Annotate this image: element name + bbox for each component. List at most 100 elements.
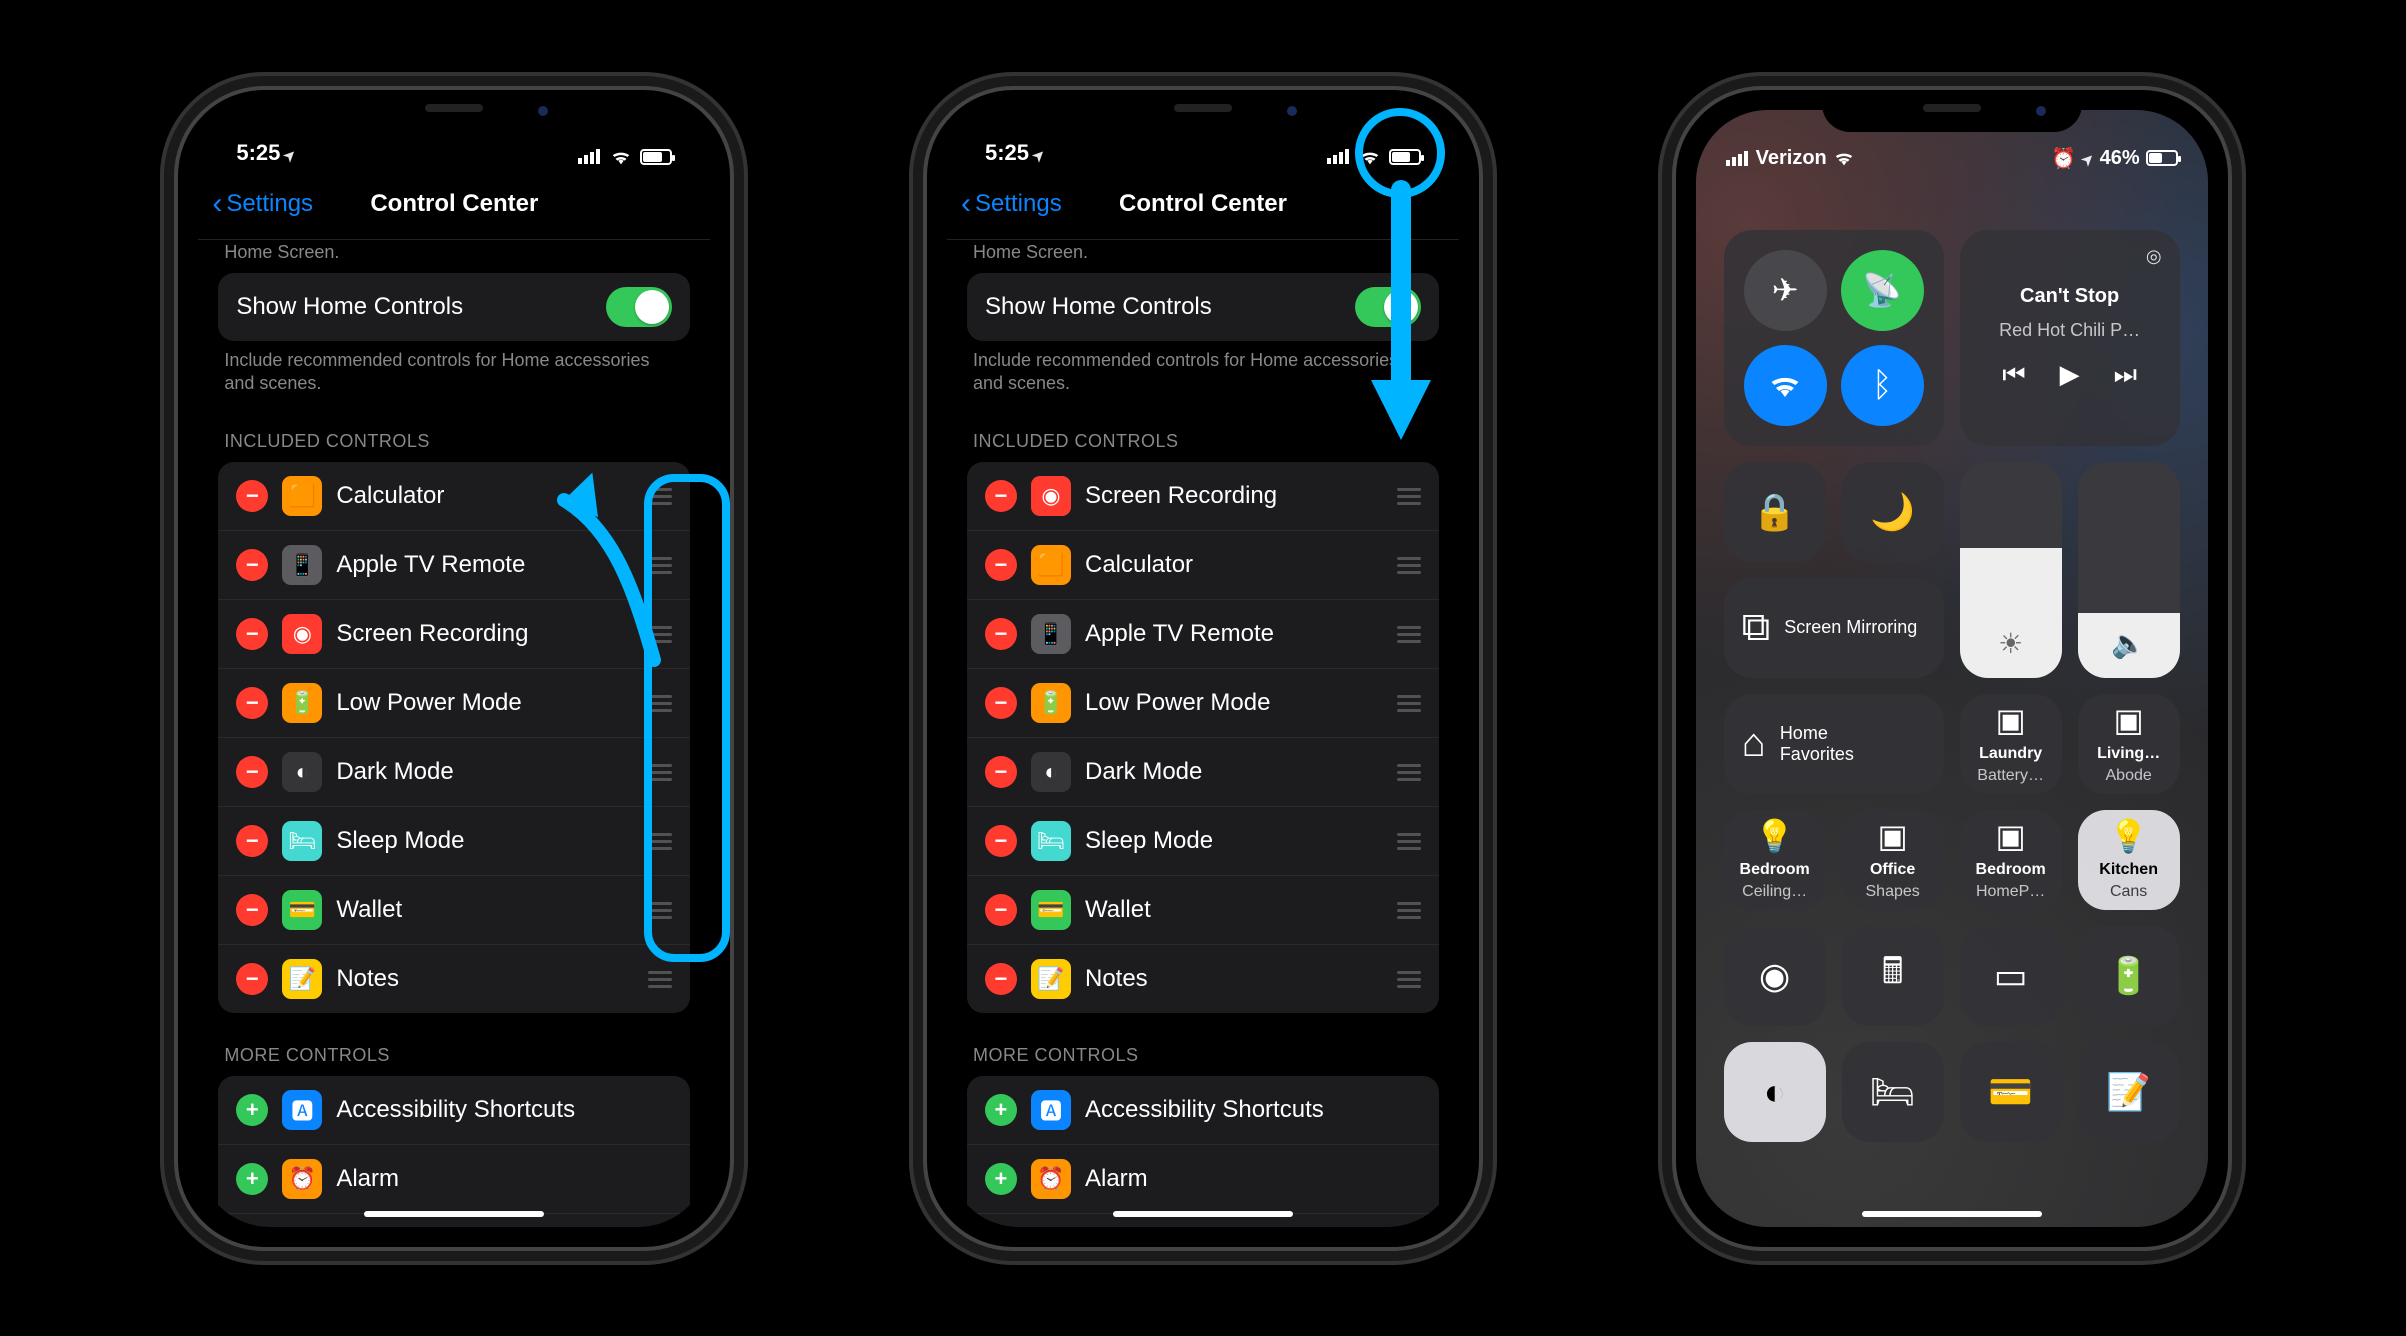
remove-button[interactable]: − — [985, 480, 1017, 512]
remove-button[interactable]: − — [985, 963, 1017, 995]
included-row[interactable]: −🟧Calculator — [967, 530, 1439, 599]
remove-button[interactable]: − — [985, 756, 1017, 788]
airplane-toggle[interactable]: ✈︎ — [1744, 250, 1827, 331]
drag-handle-icon[interactable] — [1397, 971, 1421, 988]
included-row[interactable]: −◐Dark Mode — [218, 737, 690, 806]
home-tile-4[interactable]: ▣ Bedroom HomeP… — [1960, 810, 2062, 910]
remove-button[interactable]: − — [236, 894, 268, 926]
back-button[interactable]: ‹ Settings — [961, 189, 1062, 219]
wallet-button[interactable]: 💳 — [1960, 1042, 2062, 1142]
play-button[interactable]: ▶ — [2060, 359, 2080, 391]
remove-button[interactable]: − — [236, 618, 268, 650]
home-tile-5[interactable]: 💡 Kitchen Cans — [2078, 810, 2180, 910]
low-power-mode-button[interactable]: 🔋 — [2078, 926, 2180, 1026]
connectivity-group: ✈︎ 📡 ᛒ — [1724, 230, 1944, 446]
drag-handle-icon[interactable] — [1397, 695, 1421, 712]
drag-handle-icon[interactable] — [648, 626, 672, 643]
next-button[interactable]: ⏭ — [2114, 359, 2137, 391]
home-tile-3[interactable]: ▣ Office Shapes — [1842, 810, 1944, 910]
drag-handle-icon[interactable] — [648, 764, 672, 781]
add-button[interactable]: + — [236, 1163, 268, 1195]
drag-handle-icon[interactable] — [1397, 557, 1421, 574]
remove-button[interactable]: − — [236, 825, 268, 857]
included-row[interactable]: −💳Wallet — [218, 875, 690, 944]
remove-button[interactable]: − — [236, 480, 268, 512]
volume-slider[interactable]: 🔈 — [2078, 462, 2180, 678]
remove-button[interactable]: − — [985, 549, 1017, 581]
sleep-mode-button[interactable]: 🛏 — [1842, 1042, 1944, 1142]
remove-button[interactable]: − — [985, 825, 1017, 857]
drag-handle-icon[interactable] — [648, 557, 672, 574]
calculator-button[interactable]: 🖩 — [1842, 926, 1944, 1026]
cellular-toggle[interactable]: 📡 — [1841, 250, 1924, 331]
remove-button[interactable]: − — [236, 963, 268, 995]
screen-recording-button[interactable]: ◉ — [1724, 926, 1826, 1026]
home-indicator[interactable] — [364, 1211, 544, 1217]
included-row[interactable]: −📝Notes — [967, 944, 1439, 1013]
show-home-controls-row[interactable]: Show Home Controls — [967, 273, 1439, 341]
included-row[interactable]: −◉Screen Recording — [218, 599, 690, 668]
drag-handle-icon[interactable] — [648, 695, 672, 712]
remove-button[interactable]: − — [236, 549, 268, 581]
more-row[interactable]: +🅰Accessibility Shortcuts — [218, 1076, 690, 1144]
drag-handle-icon[interactable] — [1397, 626, 1421, 643]
remove-button[interactable]: − — [985, 894, 1017, 926]
screen-mirroring-icon: ⧉ — [1742, 605, 1771, 650]
home-tile-0[interactable]: ▣ Laundry Battery… — [1960, 694, 2062, 794]
screen-mirroring[interactable]: ⧉ Screen Mirroring — [1724, 578, 1944, 678]
apple-tv-remote-button[interactable]: ▭ — [1960, 926, 2062, 1026]
home-favorites[interactable]: ⌂ Home Favorites — [1724, 694, 1944, 794]
toggle-on-icon[interactable] — [1355, 287, 1421, 327]
included-row[interactable]: −◐Dark Mode — [967, 737, 1439, 806]
add-button[interactable]: + — [985, 1094, 1017, 1126]
more-row[interactable]: +⏰Alarm — [218, 1144, 690, 1213]
show-home-controls-row[interactable]: Show Home Controls — [218, 273, 690, 341]
included-row[interactable]: −📝Notes — [218, 944, 690, 1013]
toggle-on-icon[interactable] — [606, 287, 672, 327]
do-not-disturb[interactable]: 🌙 — [1842, 462, 1944, 562]
wifi-toggle[interactable] — [1744, 345, 1827, 426]
included-row[interactable]: −💳Wallet — [967, 875, 1439, 944]
notes-button[interactable]: 📝 — [2078, 1042, 2180, 1142]
app-icon: ◐ — [1031, 752, 1071, 792]
included-row[interactable]: −🛏Sleep Mode — [967, 806, 1439, 875]
bluetooth-toggle[interactable]: ᛒ — [1841, 345, 1924, 426]
orientation-lock[interactable]: 🔒 — [1724, 462, 1826, 562]
remove-button[interactable]: − — [236, 687, 268, 719]
back-label: Settings — [975, 190, 1062, 218]
media-tile[interactable]: ◎ Can't Stop Red Hot Chili P… ⏮ ▶ ⏭ — [1960, 230, 2180, 446]
included-row[interactable]: −🔋Low Power Mode — [218, 668, 690, 737]
remove-button[interactable]: − — [985, 687, 1017, 719]
more-row[interactable]: +🅰Accessibility Shortcuts — [967, 1076, 1439, 1144]
location-icon — [2082, 147, 2094, 170]
included-row[interactable]: −◉Screen Recording — [967, 462, 1439, 530]
home-tile-1[interactable]: ▣ Living… Abode — [2078, 694, 2180, 794]
remove-button[interactable]: − — [236, 756, 268, 788]
included-row[interactable]: −📱Apple TV Remote — [967, 599, 1439, 668]
home-indicator[interactable] — [1113, 1211, 1293, 1217]
prev-button[interactable]: ⏮ — [2002, 359, 2025, 391]
drag-handle-icon[interactable] — [1397, 764, 1421, 781]
included-row[interactable]: −🛏Sleep Mode — [218, 806, 690, 875]
drag-handle-icon[interactable] — [648, 902, 672, 919]
home-indicator[interactable] — [1862, 1211, 2042, 1217]
drag-handle-icon[interactable] — [648, 488, 672, 505]
drag-handle-icon[interactable] — [1397, 902, 1421, 919]
brightness-slider[interactable]: ☀︎ — [1960, 462, 2062, 678]
more-row[interactable]: +⏰Alarm — [967, 1144, 1439, 1213]
included-row[interactable]: −📱Apple TV Remote — [218, 530, 690, 599]
drag-handle-icon[interactable] — [648, 971, 672, 988]
home-tile-2[interactable]: 💡 Bedroom Ceiling… — [1724, 810, 1826, 910]
app-icon: 🔋 — [1031, 683, 1071, 723]
add-button[interactable]: + — [985, 1163, 1017, 1195]
drag-handle-icon[interactable] — [648, 833, 672, 850]
back-button[interactable]: ‹ Settings — [212, 189, 313, 219]
drag-handle-icon[interactable] — [1397, 488, 1421, 505]
drag-handle-icon[interactable] — [1397, 833, 1421, 850]
included-row[interactable]: −🟧Calculator — [218, 462, 690, 530]
remove-button[interactable]: − — [985, 618, 1017, 650]
add-button[interactable]: + — [236, 1094, 268, 1126]
dark-mode-button[interactable]: ◐ — [1724, 1042, 1826, 1142]
included-row[interactable]: −🔋Low Power Mode — [967, 668, 1439, 737]
airplay-icon[interactable]: ◎ — [2146, 246, 2162, 267]
